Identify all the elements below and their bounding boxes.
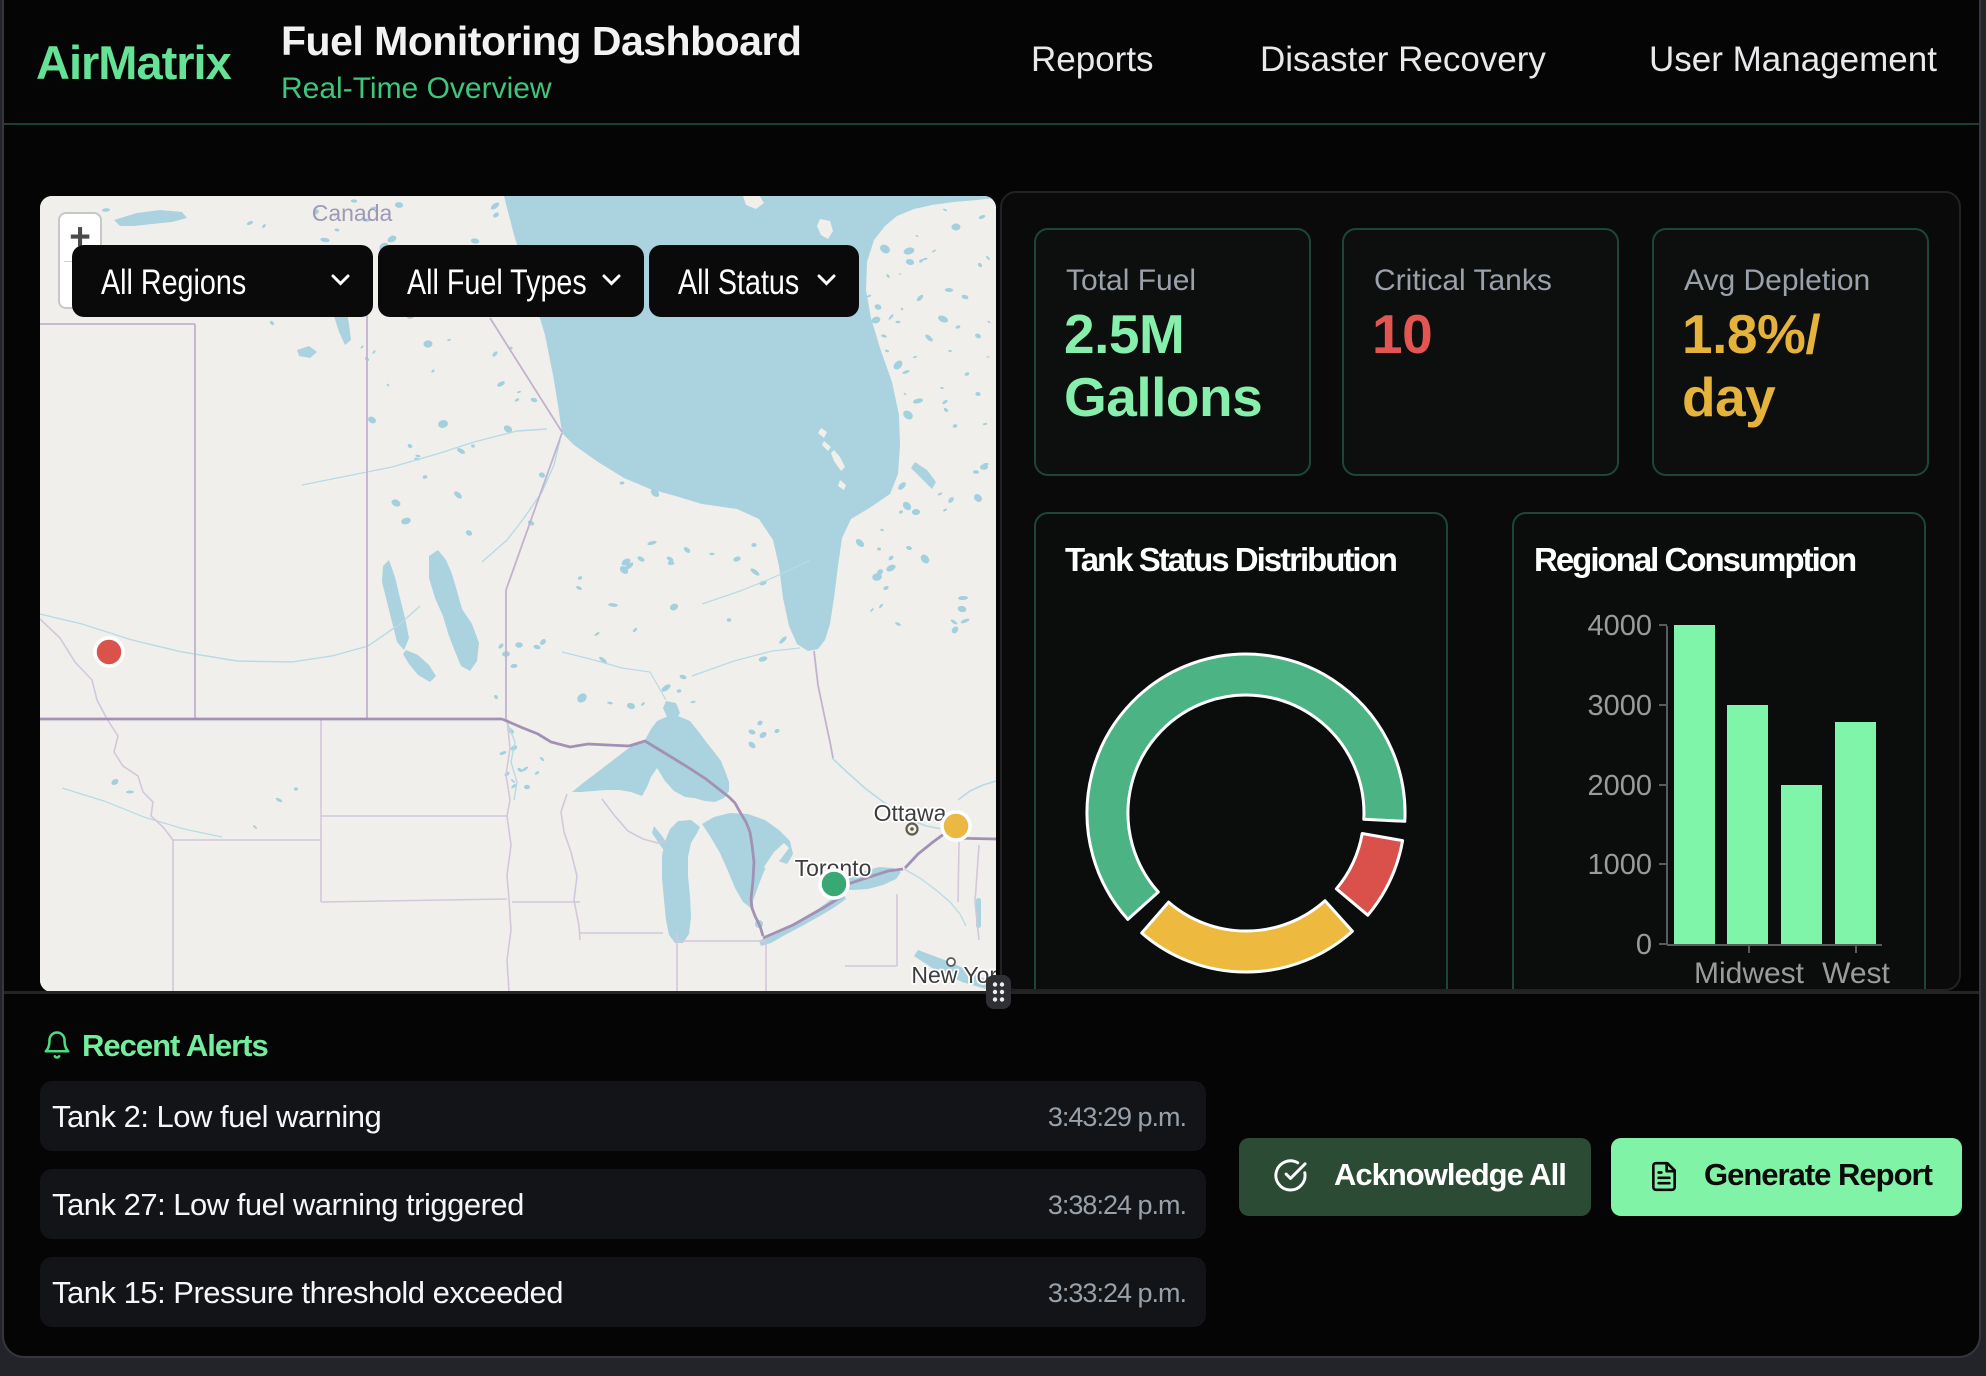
svg-text:Midwest: Midwest (1694, 957, 1805, 990)
svg-text:0: 0 (1636, 929, 1652, 961)
svg-text:West: West (1822, 957, 1890, 990)
svg-text:Ottawa: Ottawa (874, 800, 947, 826)
svg-text:Canada: Canada (312, 200, 393, 226)
svg-text:3000: 3000 (1587, 690, 1652, 722)
svg-text:2000: 2000 (1587, 770, 1652, 802)
svg-text:1000: 1000 (1587, 849, 1652, 881)
svg-text:4000: 4000 (1587, 610, 1652, 642)
